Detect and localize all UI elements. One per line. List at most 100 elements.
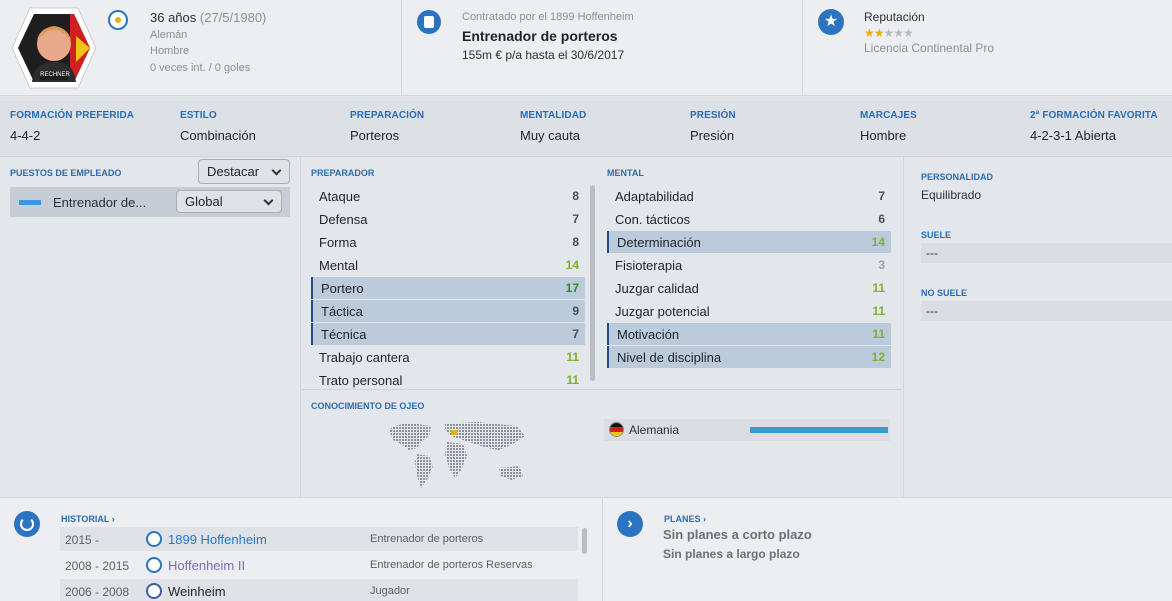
scouting-title: CONOCIMIENTO DE OJEO xyxy=(311,401,425,411)
attr-row-highlighted: Determinación 14 xyxy=(607,231,891,253)
history-row[interactable]: 2015 - 1899 Hoffenheim Entrenador de por… xyxy=(60,527,578,551)
personality-title: PERSONALIDAD xyxy=(921,172,994,182)
country-row: Alemania xyxy=(604,419,890,441)
chevron-down-icon xyxy=(263,195,274,206)
scope-label: Global xyxy=(185,194,223,209)
history-scrollbar[interactable] xyxy=(582,528,587,554)
attr-row: Juzgar potencial 11 xyxy=(615,304,885,319)
formation-label-4: PRESIÓN xyxy=(690,110,736,121)
reputation-label: Reputación xyxy=(864,10,925,24)
history-role: Entrenador de porteros xyxy=(370,533,484,545)
knowledge-fill xyxy=(750,427,888,433)
contract-wage: 155m € p/a hasta el 30/6/2017 xyxy=(462,48,625,62)
formation-value-3: Muy cauta xyxy=(520,128,580,143)
roles-panel: PUESTOS DE EMPLEADO Destacar Entrenador … xyxy=(0,157,300,497)
roles-title: PUESTOS DE EMPLEADO xyxy=(10,168,122,178)
contract-club-icon xyxy=(417,10,441,34)
reputation-stars: ★★★★★ xyxy=(864,26,914,40)
history-years: 2006 - 2008 xyxy=(65,585,130,599)
history-role: Jugador xyxy=(370,585,410,597)
history-row[interactable]: 2006 - 2008 Weinheim Jugador xyxy=(60,579,578,601)
formation-label-2: PREPARACIÓN xyxy=(350,110,425,121)
role-name: Entrenador de... xyxy=(53,195,147,210)
history-club-link[interactable]: Hoffenheim II xyxy=(168,558,245,573)
coaching-title: PREPARADOR xyxy=(311,168,375,178)
formation-label-1: ESTILO xyxy=(180,110,217,121)
role-row[interactable]: Entrenador de... Global xyxy=(10,187,290,217)
attr-row: Mental 14 xyxy=(319,258,579,273)
plans-long: Sin planes a largo plazo xyxy=(663,547,800,561)
personality-value: Equilibrado xyxy=(921,188,982,202)
highlight-label: Destacar xyxy=(207,164,260,179)
attr-row-highlighted: Portero 17 xyxy=(311,277,585,299)
hoffenheim-badge-icon xyxy=(146,531,162,547)
plans-link[interactable]: PLANES › xyxy=(664,514,706,524)
attr-row: Adaptabilidad 7 xyxy=(615,189,885,204)
formation-label-3: MENTALIDAD xyxy=(520,110,587,121)
club-badge-icon xyxy=(108,10,128,30)
formation-value-6: 4-2-3-1 Abierta xyxy=(1030,128,1116,143)
staff-age: 36 años xyxy=(150,10,197,25)
coaching-panel: PREPARADOR Ataque 8 Defensa 7 Forma 8 Menta… xyxy=(302,157,602,389)
plans-arrow-icon[interactable]: › xyxy=(617,511,643,537)
scouting-panel: CONOCIMIENTO DE OJEO Alemania xyxy=(302,390,902,497)
attr-row: Ataque 8 xyxy=(319,189,579,204)
formation-value-0: 4-4-2 xyxy=(10,128,41,143)
history-years: 2008 - 2015 xyxy=(65,559,130,573)
role-color-bar xyxy=(19,200,41,205)
attr-row: Trabajo cantera 11 xyxy=(319,350,579,365)
contract-role: Entrenador de porteros xyxy=(462,28,618,44)
attr-row: Defensa 7 xyxy=(319,212,579,227)
attr-row: Fisioterapia 3 xyxy=(615,258,885,273)
reputation-license: Licencia Continental Pro xyxy=(864,41,995,55)
attr-row: Trato personal 11 xyxy=(319,373,579,388)
world-map xyxy=(389,422,525,488)
history-role: Entrenador de porteros Reservas xyxy=(370,559,533,571)
history-years: 2015 - xyxy=(65,533,100,547)
mental-title: MENTAL xyxy=(607,168,644,178)
history-link[interactable]: HISTORIAL › xyxy=(61,514,115,524)
attr-row: Forma 8 xyxy=(319,235,579,250)
staff-dob: (27/5/1980) xyxy=(199,10,267,25)
highlight-dropdown[interactable]: Destacar xyxy=(198,159,290,184)
history-club-link[interactable]: 1899 Hoffenheim xyxy=(168,532,267,547)
scope-select[interactable]: Global xyxy=(176,190,282,213)
tends-row: --- xyxy=(921,243,1172,263)
attr-row-highlighted: Táctica 9 xyxy=(311,300,585,322)
staff-gender: Hombre xyxy=(150,45,190,57)
history-club-link[interactable]: Weinheim xyxy=(168,584,226,599)
formation-value-4: Presión xyxy=(690,128,735,143)
history-row[interactable]: 2008 - 2015 Hoffenheim II Entrenador de … xyxy=(60,553,578,577)
staff-photo: RECHNER xyxy=(10,6,98,90)
attr-row-highlighted: Motivación 11 xyxy=(607,323,891,345)
country-name: Alemania xyxy=(629,423,680,437)
personality-panel: PERSONALIDAD Equilibrado SUELE --- NO SU… xyxy=(904,157,1172,497)
not-tends-title: NO SUELE xyxy=(921,288,968,298)
staff-nationality: Alemán xyxy=(150,29,188,41)
reputation-icon: ★ xyxy=(818,9,844,35)
knowledge-bar xyxy=(750,427,888,433)
attr-row: Juzgar calidad 11 xyxy=(615,281,885,296)
not-tends-value: --- xyxy=(926,304,938,318)
formation-label-0: FORMACIÓN PREFERIDA xyxy=(10,110,135,121)
attr-row: Con. tácticos 6 xyxy=(615,212,885,227)
germany-flag-icon xyxy=(609,422,624,437)
formation-value-5: Hombre xyxy=(860,128,907,143)
mental-panel: MENTAL Adaptabilidad 7 Con. tácticos 6 Det… xyxy=(598,157,898,389)
not-tends-row: --- xyxy=(921,301,1172,321)
tends-value: --- xyxy=(926,246,938,260)
coaching-scrollbar[interactable] xyxy=(590,185,595,381)
plans-short: Sin planes a corto plazo xyxy=(663,527,812,542)
profile-header: RECHNER 36 años (27/5/1980) Alemán Hombr… xyxy=(0,0,1172,96)
staff-caps: 0 veces int. / 0 goles xyxy=(150,62,251,74)
photo-name: RECHNER xyxy=(40,72,70,78)
history-icon xyxy=(14,511,40,537)
contract-club: Contratado por el 1899 Hoffenheim xyxy=(462,11,634,23)
chevron-down-icon xyxy=(271,165,282,176)
bottom-panel: HISTORIAL › 2015 - 1899 Hoffenheim Entre… xyxy=(0,497,1172,601)
formation-label-5: MARCAJES xyxy=(860,110,917,121)
formation-value-2: Porteros xyxy=(350,128,400,143)
hoffenheim-badge-icon xyxy=(146,557,162,573)
tactics-summary: FORMACIÓN PREFERIDA 4-4-2 ESTILO Combina… xyxy=(0,97,1172,157)
tends-title: SUELE xyxy=(921,230,952,240)
